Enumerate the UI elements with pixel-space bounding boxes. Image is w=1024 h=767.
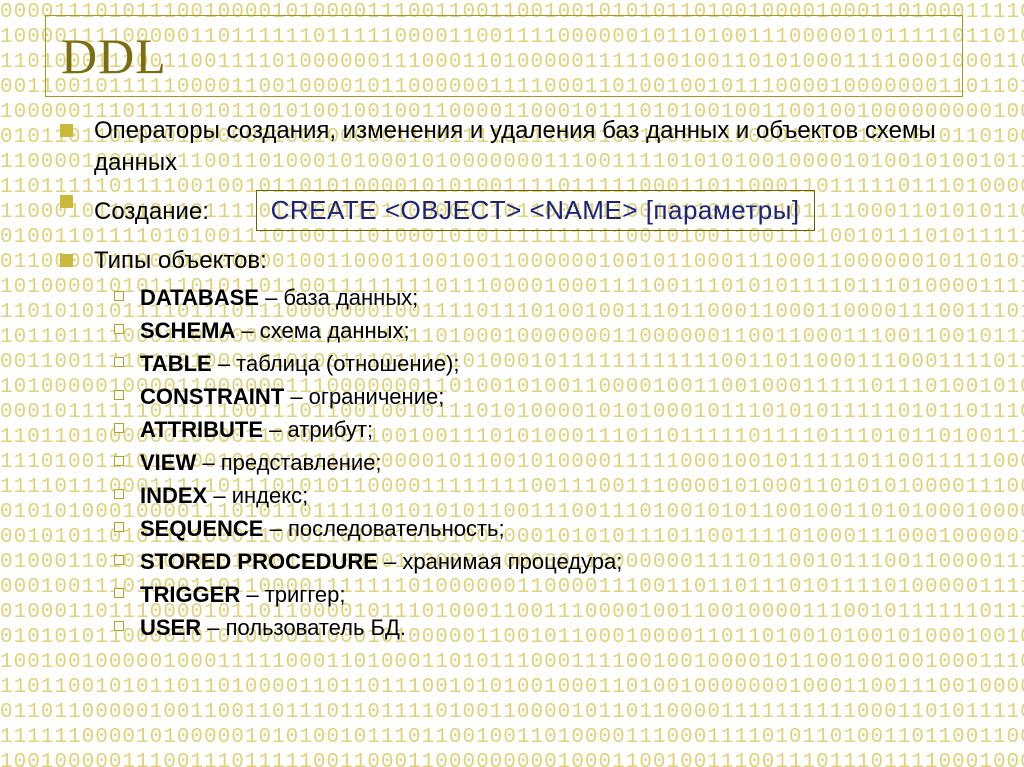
object-type-desc: – последовательность; xyxy=(263,516,504,541)
object-type-item: TABLE – таблица (отношение); xyxy=(114,347,994,380)
slide-content: DDL Операторы создания, изменения и удал… xyxy=(0,0,1024,767)
slide-title: DDL xyxy=(61,27,167,85)
object-type-item: ATTRIBUTE – атрибут; xyxy=(114,413,994,446)
object-type-item: SEQUENCE – последовательность; xyxy=(114,512,994,545)
object-type-item: INDEX – индекс; xyxy=(114,479,994,512)
object-type-desc: – хранимая процедура; xyxy=(378,549,622,574)
bullet-intro: Операторы создания, изменения и удаления… xyxy=(60,115,994,180)
bullet-create: Создание: CREATE <OBJECT> <NAME> [параме… xyxy=(60,186,994,239)
bullet-types: Типы объектов: DATABASE – база данных;SC… xyxy=(60,245,994,644)
object-type-item: VIEW – представление; xyxy=(114,446,994,479)
object-type-keyword: INDEX xyxy=(140,483,207,508)
title-box: DDL xyxy=(45,15,963,97)
object-type-item: STORED PROCEDURE – хранимая процедура; xyxy=(114,545,994,578)
object-type-desc: – пользователь БД. xyxy=(201,615,406,640)
slide: 0000111010111001000010100001110011001100… xyxy=(0,0,1024,767)
object-type-item: SCHEMA – схема данных; xyxy=(114,314,994,347)
object-type-item: DATABASE – база данных; xyxy=(114,281,994,314)
object-type-keyword: CONSTRAINT xyxy=(140,384,284,409)
object-type-desc: – представление; xyxy=(196,450,381,475)
bullet-types-label: Типы объектов: xyxy=(94,247,267,274)
object-type-keyword: TRIGGER xyxy=(140,582,240,607)
object-type-keyword: DATABASE xyxy=(140,285,259,310)
object-type-item: CONSTRAINT – ограничение; xyxy=(114,380,994,413)
object-type-desc: – ограничение; xyxy=(284,384,444,409)
object-type-keyword: ATTRIBUTE xyxy=(140,417,263,442)
top-bullet-list: Операторы создания, изменения и удаления… xyxy=(60,115,994,644)
create-syntax-box: CREATE <OBJECT> <NAME> [параметры] xyxy=(256,190,815,231)
object-type-desc: – база данных; xyxy=(259,285,418,310)
object-type-keyword: SCHEMA xyxy=(140,318,235,343)
object-type-keyword: VIEW xyxy=(140,450,196,475)
object-type-desc: – таблица (отношение); xyxy=(212,351,460,376)
object-types-list: DATABASE – база данных;SCHEMA – схема да… xyxy=(94,281,994,644)
object-type-item: TRIGGER – триггер; xyxy=(114,578,994,611)
slide-body: Операторы создания, изменения и удаления… xyxy=(60,115,994,650)
object-type-keyword: STORED PROCEDURE xyxy=(140,549,378,574)
object-type-keyword: SEQUENCE xyxy=(140,516,263,541)
object-type-desc: – атрибут; xyxy=(263,417,373,442)
object-type-keyword: TABLE xyxy=(140,351,212,376)
object-type-item: USER – пользователь БД. xyxy=(114,611,994,644)
object-type-keyword: USER xyxy=(140,615,201,640)
object-type-desc: – триггер; xyxy=(240,582,345,607)
object-type-desc: – схема данных; xyxy=(235,318,409,343)
bullet-create-label: Создание: xyxy=(94,198,209,225)
object-type-desc: – индекс; xyxy=(207,483,308,508)
